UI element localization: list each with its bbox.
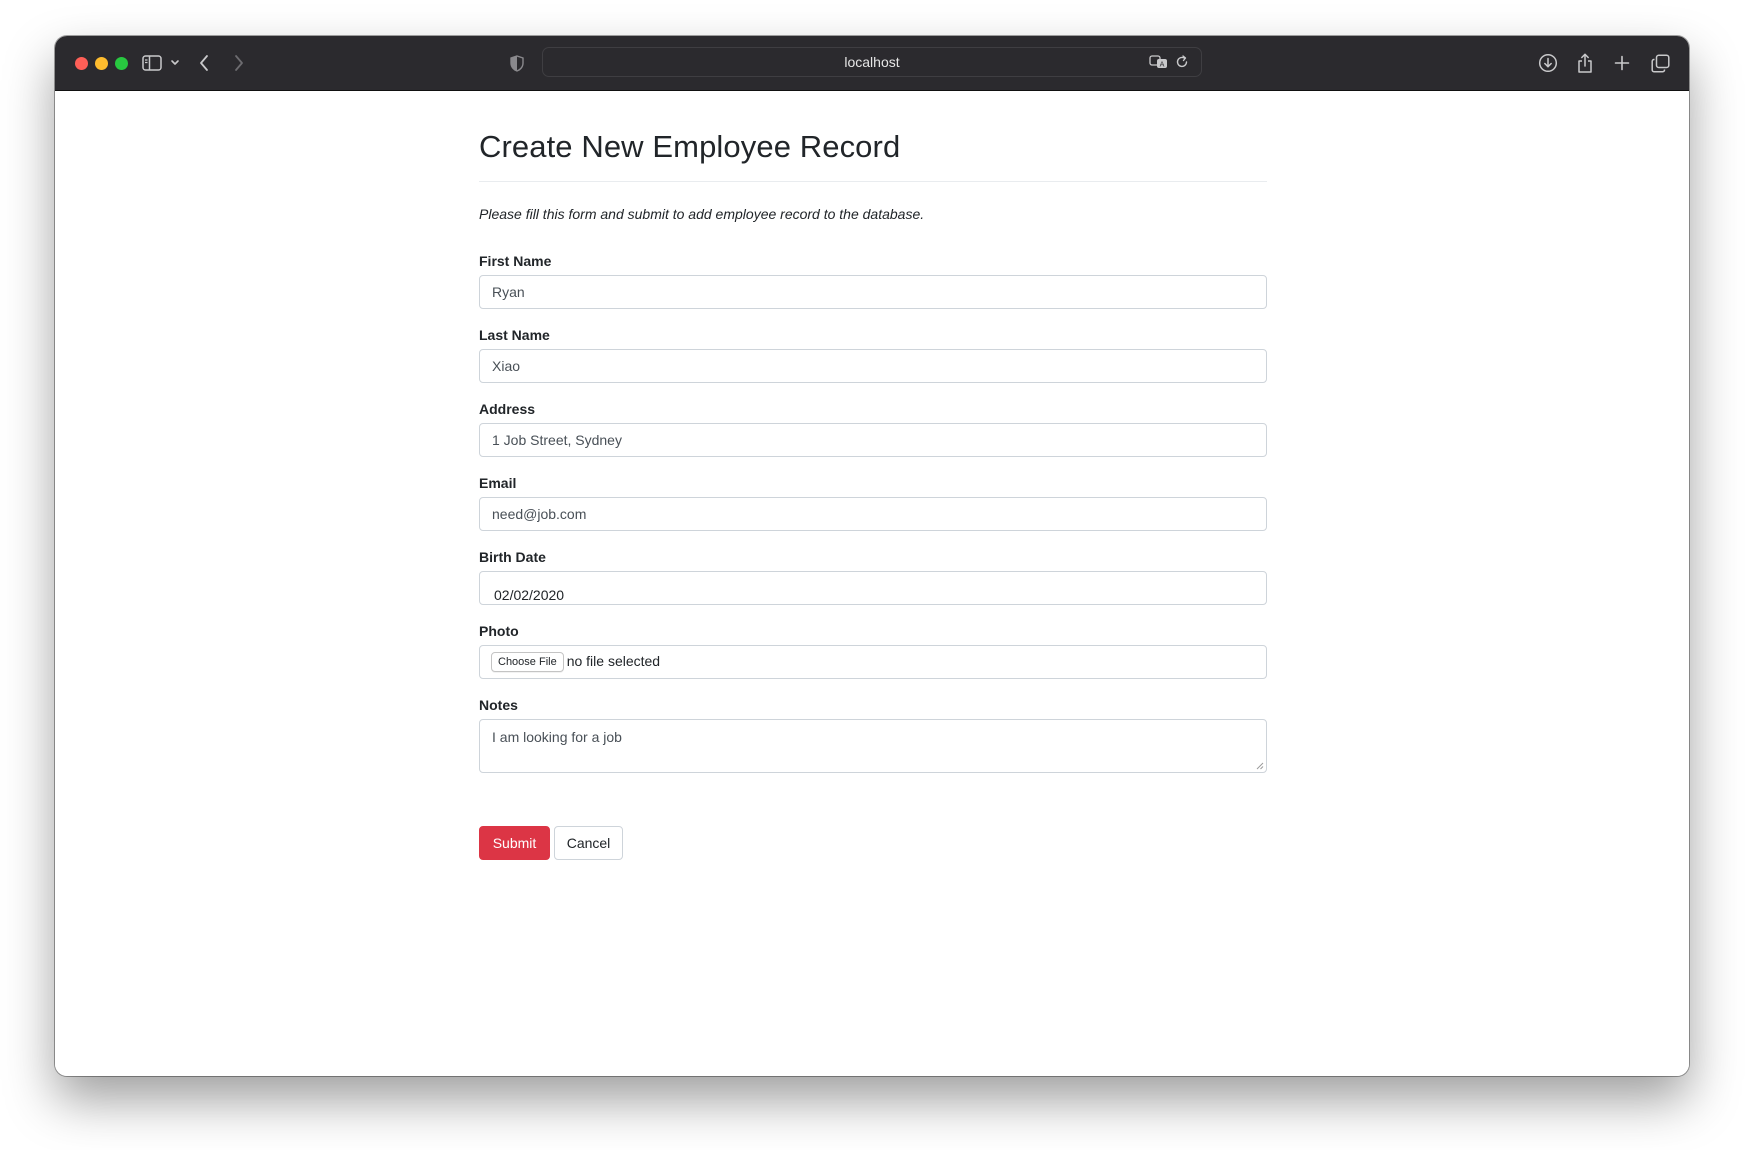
birth-date-label: Birth Date: [479, 549, 546, 565]
tab-overview-icon[interactable]: [1649, 51, 1671, 75]
first-name-input[interactable]: Ryan: [479, 275, 1267, 309]
title-divider: [479, 181, 1267, 182]
translate-icon[interactable]: A: [1148, 52, 1170, 72]
photo-file-input: Choose File no file selected: [479, 645, 1267, 679]
minimize-window-button[interactable]: [95, 57, 108, 70]
notes-textarea[interactable]: I am looking for a job: [479, 719, 1267, 773]
photo-label: Photo: [479, 623, 519, 639]
email-label: Email: [479, 475, 517, 491]
page-content: Create New Employee Record Please fill t…: [55, 91, 1689, 1076]
privacy-shield-icon[interactable]: [509, 51, 525, 75]
share-icon[interactable]: [1575, 51, 1595, 75]
browser-toolbar: localhost A: [55, 36, 1689, 91]
forward-arrow-icon[interactable]: [231, 51, 247, 75]
file-status-text: no file selected: [566, 652, 661, 669]
address-input[interactable]: 1 Job Street, Sydney: [479, 423, 1267, 457]
svg-text:A: A: [1160, 61, 1165, 69]
first-name-label: First Name: [479, 253, 552, 269]
new-tab-icon[interactable]: [1612, 51, 1632, 75]
submit-button[interactable]: Submit: [479, 826, 550, 860]
cancel-button[interactable]: Cancel: [554, 826, 623, 860]
birth-date-input[interactable]: 02/02/2020: [479, 571, 1267, 605]
chevron-down-icon[interactable]: [169, 51, 181, 75]
choose-file-button[interactable]: Choose File: [491, 652, 564, 673]
downloads-icon[interactable]: [1537, 51, 1559, 75]
url-text: localhost: [844, 54, 900, 70]
notes-label: Notes: [479, 697, 518, 713]
notes-text: I am looking for a job: [492, 729, 622, 745]
address-label: Address: [479, 401, 536, 417]
sidebar-toggle-icon[interactable]: [141, 51, 163, 75]
resize-grip-icon[interactable]: [1256, 762, 1264, 770]
browser-window: localhost A Create New Employee Record P…: [55, 36, 1689, 1076]
zoom-window-button[interactable]: [115, 57, 128, 70]
back-arrow-icon[interactable]: [196, 51, 212, 75]
page-title: Create New Employee Record: [479, 129, 901, 164]
last-name-input[interactable]: Xiao: [479, 349, 1267, 383]
last-name-label: Last Name: [479, 327, 550, 343]
email-input[interactable]: need@job.com: [479, 497, 1267, 531]
close-window-button[interactable]: [75, 57, 88, 70]
birth-date-value: 02/02/2020: [494, 587, 565, 603]
reload-icon[interactable]: [1173, 52, 1191, 72]
address-bar[interactable]: localhost A: [542, 47, 1202, 77]
form-intro-text: Please fill this form and submit to add …: [479, 206, 925, 222]
